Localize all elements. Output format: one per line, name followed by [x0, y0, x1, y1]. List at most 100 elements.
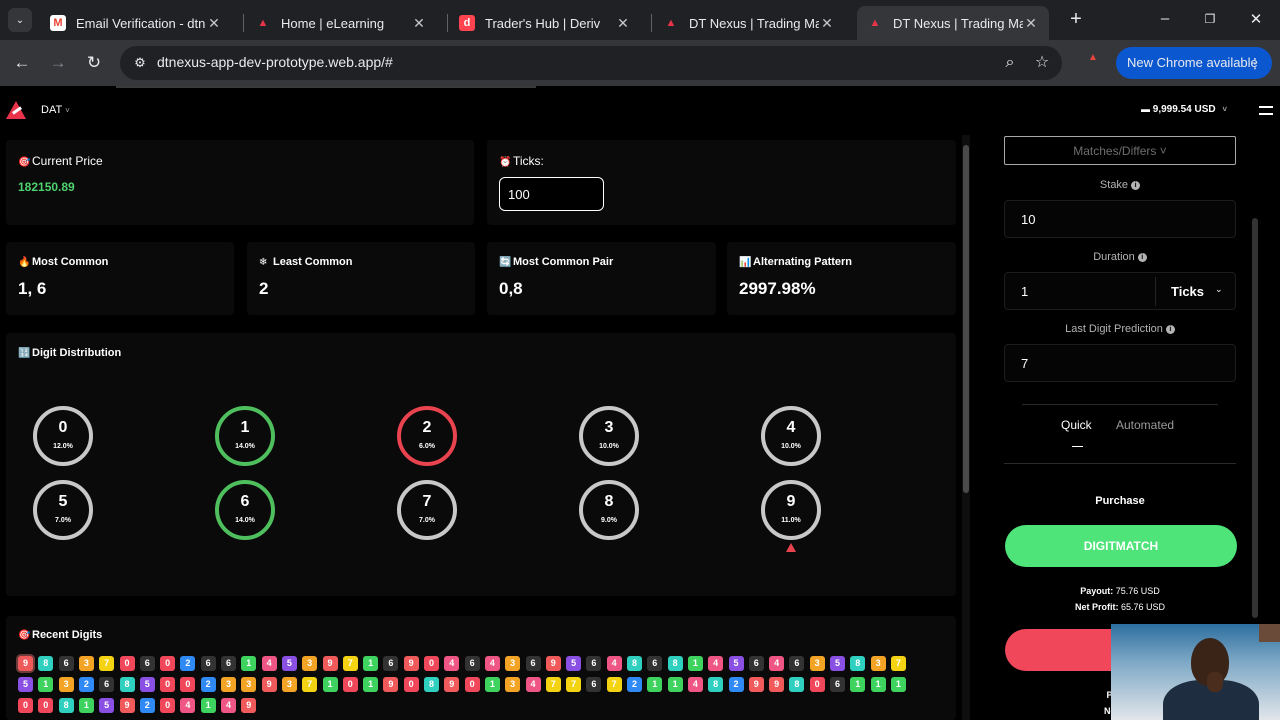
recent-digit-chip: 1: [241, 656, 257, 671]
restore-icon[interactable]: ❐: [1200, 12, 1220, 26]
digit-circle-4: 4 10.0%: [761, 406, 821, 466]
bookmark-star-icon[interactable]: ☆: [1031, 52, 1053, 74]
zoom-search-icon[interactable]: ⌕: [999, 52, 1021, 74]
close-tab-icon[interactable]: ✕: [615, 15, 631, 32]
recent-digit-chip: 8: [627, 656, 642, 671]
address-bar[interactable]: ⚙ dtnexus-app-dev-prototype.web.app/# ⌕ …: [120, 46, 1062, 80]
recent-digit-chip: 5: [18, 677, 33, 692]
main-scrollbar-thumb[interactable]: [963, 145, 969, 493]
symbol-selector[interactable]: DAT ˅: [41, 104, 70, 116]
browser-tab-2[interactable]: ▲ Home | eLearning ✕: [245, 6, 437, 40]
recent-digit-chip: 1: [200, 698, 216, 713]
duration-field: 1 Ticks ⌄: [1004, 272, 1236, 310]
info-icon[interactable]: i: [1165, 325, 1175, 334]
recent-digit-chip: 7: [606, 677, 622, 692]
browser-tab-5[interactable]: ▲ DT Nexus | Trading Made✕: [857, 6, 1049, 40]
digit-percentage: 10.0%: [781, 443, 801, 450]
tab-automated[interactable]: Automated: [1116, 418, 1174, 432]
close-tab-icon[interactable]: ✕: [411, 15, 427, 32]
recent-digit-chip: 9: [241, 698, 257, 713]
recent-digit-chip: 5: [281, 656, 297, 671]
close-tab-icon[interactable]: ✕: [1023, 15, 1039, 32]
close-window-icon[interactable]: ✕: [1246, 10, 1266, 28]
contract-type-select[interactable]: Matches/Differs ˅: [1004, 136, 1236, 165]
trade-panel-scrollbar[interactable]: [1252, 218, 1258, 618]
close-tab-icon[interactable]: ✕: [206, 15, 222, 32]
recent-digit-chip: 1: [38, 677, 54, 692]
most-common-pair-title: Most Common Pair: [513, 256, 614, 268]
account-balance[interactable]: ▬ 9,999.54 USD ˅: [1141, 104, 1227, 115]
recent-digit-chip: 0: [809, 677, 825, 692]
more-menu-icon[interactable]: ⋮: [1248, 47, 1262, 79]
digit-distribution-card: 🔢 Digit Distribution 0 12.0% 1 14.0% 2 6.0% 3 10…: [6, 333, 956, 596]
stake-input[interactable]: [1004, 200, 1236, 238]
digitmatch-button[interactable]: DIGITMATCH: [1005, 525, 1237, 567]
recent-digit-chip: 9: [444, 677, 460, 692]
forward-icon[interactable]: →: [46, 51, 70, 75]
recent-digit-chip: 0: [38, 698, 54, 713]
back-icon[interactable]: ←: [10, 51, 34, 75]
payout-label: Payout:: [1080, 586, 1114, 596]
least-common-value: 2: [259, 279, 269, 298]
minimize-icon[interactable]: –: [1155, 10, 1175, 27]
browser-tab-4[interactable]: ▲ DT Nexus | Trading Made✕: [653, 6, 845, 40]
recent-digit-chip: 2: [627, 677, 642, 692]
new-chrome-available-button[interactable]: New Chrome available ⋮: [1116, 47, 1272, 79]
recent-digit-chip: 0: [342, 677, 358, 692]
url-text[interactable]: dtnexus-app-dev-prototype.web.app/#: [157, 54, 393, 70]
extension-icon[interactable]: ▲: [1086, 52, 1100, 66]
digit-value: 3: [604, 419, 614, 436]
recent-digit-chip: 6: [99, 677, 115, 692]
recent-digit-chip: 1: [363, 677, 379, 692]
divider: [1004, 463, 1236, 464]
duration-label-text: Duration: [1093, 251, 1135, 263]
tab-title: DT Nexus | Trading Made: [893, 15, 1023, 31]
site-info-icon[interactable]: ⚙: [128, 51, 152, 75]
tab-separator: [243, 14, 244, 32]
chevron-down-icon[interactable]: ⌄: [1215, 284, 1223, 295]
dtnexus-logo-icon: ▲: [665, 17, 677, 29]
net-profit-label: Net Profit:: [1074, 602, 1119, 612]
recent-digit-chip: 6: [830, 677, 845, 692]
last-digit-prediction-input[interactable]: [1004, 344, 1236, 382]
recent-digit-chip: 6: [221, 656, 236, 671]
new-tab-button[interactable]: +: [1066, 8, 1086, 32]
digit-circle-5: 5 7.0%: [33, 480, 93, 540]
divider: [1022, 404, 1218, 405]
recent-digit-chip: 7: [566, 677, 582, 692]
purchase-label: Purchase: [1095, 495, 1145, 507]
recent-digit-chip: 0: [464, 677, 480, 692]
alternating-pattern-title: Alternating Pattern: [753, 256, 853, 268]
info-icon[interactable]: i: [1131, 181, 1141, 190]
most-common-value: 1, 6: [18, 279, 47, 298]
digit-value: 8: [604, 493, 614, 510]
recent-digit-chip: 1: [890, 677, 906, 692]
prediction-label: Last Digit Prediction i: [1004, 323, 1236, 335]
digit-circle-6: 6 14.0%: [215, 480, 275, 540]
repeat-icon: 🔄: [499, 257, 512, 268]
recent-digit-chip: 3: [302, 656, 318, 671]
recent-digit-chip: 6: [383, 656, 399, 671]
duration-unit-select[interactable]: Ticks: [1171, 284, 1204, 299]
digit-value: 9: [786, 493, 796, 510]
dtnexus-logo-icon[interactable]: [6, 101, 26, 119]
close-tab-icon[interactable]: ✕: [819, 15, 835, 32]
reload-icon[interactable]: ↻: [82, 51, 106, 75]
info-icon[interactable]: i: [1137, 253, 1147, 262]
alarm-clock-icon: ⏰: [499, 157, 512, 168]
duration-input[interactable]: 1: [1021, 284, 1028, 299]
digit-percentage: 6.0%: [419, 443, 435, 450]
recent-digit-chip: 2: [78, 677, 94, 692]
update-label: New Chrome available: [1127, 55, 1258, 70]
dtnexus-logo-icon: ▲: [257, 17, 269, 29]
current-digit-pointer-icon: [786, 543, 796, 552]
tab-search-chevron-icon[interactable]: ⌄: [8, 8, 32, 32]
ticks-input[interactable]: [499, 177, 604, 211]
recent-digit-chip: 6: [789, 656, 805, 671]
tab-quick[interactable]: Quick: [1061, 418, 1092, 432]
recent-digit-chip: 6: [586, 656, 602, 671]
hamburger-menu-icon[interactable]: [1259, 106, 1273, 115]
browser-tab-1[interactable]: M Email Verification - dtnexus✕: [40, 6, 232, 40]
digit-value: 5: [58, 493, 68, 510]
browser-tab-3[interactable]: d Trader's Hub | Deriv ✕: [449, 6, 641, 40]
